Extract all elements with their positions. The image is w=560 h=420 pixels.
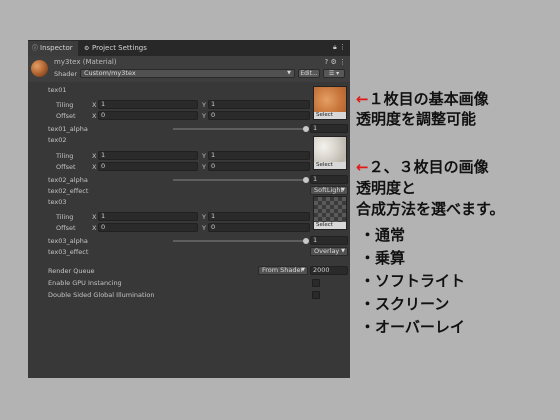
axis-y-label: Y (202, 224, 206, 232)
tex01-tiling-label: Tiling (56, 101, 74, 109)
annotation-tex01-title: ←１枚目の基本画像 (356, 90, 489, 108)
axis-x-label: X (92, 152, 97, 160)
annotation-mode-softlight: ・ソフトライト (360, 272, 466, 290)
material-name: my3tex (Material) (54, 58, 117, 66)
tex03-select-button[interactable]: Select (314, 222, 346, 229)
tex03-offset-y-field[interactable]: 0 (208, 223, 310, 232)
tex02-alpha-slider[interactable] (173, 179, 306, 181)
gpu-instancing-checkbox[interactable] (312, 279, 320, 287)
tex03-offset-label: Offset (56, 224, 76, 232)
axis-y-label: Y (202, 101, 206, 109)
tab-inspector[interactable]: ⓘ Inspector (28, 41, 78, 56)
double-sided-gi-checkbox[interactable] (312, 291, 320, 299)
shader-dropdown[interactable]: Custom/my3tex ▼ (80, 69, 295, 78)
axis-y-label: Y (202, 213, 206, 221)
tex02-offset-label: Offset (56, 163, 76, 171)
chevron-down-icon: ▼ (341, 187, 345, 193)
tex01-offset-x-field[interactable]: 0 (98, 111, 198, 120)
tex02-effect-dropdown[interactable]: SoftLight ▼ (310, 186, 348, 195)
tex03-alpha-slider-handle[interactable] (303, 238, 309, 244)
axis-y-label: Y (202, 112, 206, 120)
tex02-effect-label: tex02_effect (48, 187, 89, 195)
tex02-offset-y-field[interactable]: 0 (208, 162, 310, 171)
lock-icon[interactable]: 🔒︎ (333, 43, 337, 51)
tex01-tiling-x-field[interactable]: 1 (98, 100, 198, 109)
menu-icon[interactable]: ⋮ (339, 43, 346, 51)
annotation-tex01-desc: 透明度を調整可能 (356, 110, 477, 128)
tab-project-settings[interactable]: ⚙ Project Settings (80, 41, 152, 56)
tex03-alpha-field[interactable]: 1 (310, 236, 348, 245)
tex03-offset-x-field[interactable]: 0 (98, 223, 198, 232)
axis-x-label: X (92, 224, 97, 232)
tex02-offset-x-field[interactable]: 0 (98, 162, 198, 171)
tex01-offset-y-field[interactable]: 0 (208, 111, 310, 120)
tex02-alpha-field[interactable]: 1 (310, 175, 348, 184)
shader-label: Shader (54, 70, 78, 78)
tex01-alpha-field[interactable]: 1 (310, 124, 348, 133)
annotation-mode-overlay: ・オーバーレイ (360, 318, 465, 336)
tex03-alpha-slider[interactable] (173, 240, 306, 242)
axis-x-label: X (92, 213, 97, 221)
tex03-tiling-label: Tiling (56, 213, 74, 221)
info-icon: ⓘ (32, 45, 39, 52)
inspector-panel: ⓘ Inspector ⚙ Project Settings 🔒︎ ⋮ my3tex… (28, 40, 350, 378)
render-queue-value-field[interactable]: 2000 (310, 266, 348, 275)
chevron-down-icon: ▼ (341, 248, 345, 254)
help-icon[interactable]: ? (325, 58, 329, 66)
tex01-alpha-label: tex01_alpha (48, 125, 88, 133)
tex03-tiling-y-field[interactable]: 1 (208, 212, 310, 221)
tex02-tiling-label: Tiling (56, 152, 74, 160)
list-icon[interactable]: ☰ ▾ (323, 69, 345, 78)
tex03-effect-dropdown[interactable]: Overlay ▼ (310, 247, 348, 256)
tex03-header: tex03 (48, 198, 67, 206)
header-icons: ? ⚙ ⋮ (325, 58, 346, 66)
gear-icon: ⚙ (84, 45, 90, 52)
material-preview-icon (31, 60, 48, 77)
tex03-alpha-label: tex03_alpha (48, 237, 88, 245)
annotation-tex23-line2: 透明度と (356, 179, 417, 197)
left-arrow-icon: ← (356, 158, 369, 176)
tex01-alpha-slider-handle[interactable] (303, 126, 309, 132)
tex01-offset-label: Offset (56, 112, 76, 120)
annotation-mode-normal: ・通常 (360, 226, 406, 244)
tex03-effect-label: tex03_effect (48, 248, 89, 256)
left-arrow-icon: ← (356, 90, 369, 108)
chevron-down-icon: ▼ (301, 267, 305, 273)
axis-y-label: Y (202, 152, 206, 160)
tex01-select-button[interactable]: Select (314, 112, 346, 119)
tex02-texture-slot[interactable]: Select (313, 136, 347, 170)
axis-x-label: X (92, 112, 97, 120)
edit-shader-button[interactable]: Edit... (298, 69, 320, 78)
annotation-mode-screen: ・スクリーン (360, 295, 450, 313)
annotation-mode-multiply: ・乗算 (360, 249, 406, 267)
kebab-icon[interactable]: ⋮ (339, 58, 346, 66)
tab-menu-icons: 🔒︎ ⋮ (333, 43, 346, 52)
tex02-select-button[interactable]: Select (314, 162, 346, 169)
tab-bar: ⓘ Inspector ⚙ Project Settings 🔒︎ ⋮ (28, 40, 350, 56)
tex02-header: tex02 (48, 136, 67, 144)
tex02-alpha-slider-handle[interactable] (303, 177, 309, 183)
tex01-tiling-y-field[interactable]: 1 (208, 100, 310, 109)
tex02-tiling-x-field[interactable]: 1 (98, 151, 198, 160)
tex01-header: tex01 (48, 86, 67, 94)
axis-y-label: Y (202, 163, 206, 171)
gpu-instancing-label: Enable GPU Instancing (48, 279, 122, 287)
axis-x-label: X (92, 101, 97, 109)
annotation-tex23-line3: 合成方法を選べます。 (356, 200, 505, 218)
tex03-texture-slot[interactable]: Select (313, 196, 347, 230)
axis-x-label: X (92, 163, 97, 171)
double-sided-gi-label: Double Sided Global Illumination (48, 291, 155, 299)
tex02-alpha-label: tex02_alpha (48, 176, 88, 184)
render-queue-label: Render Queue (48, 267, 95, 275)
tex01-texture-slot[interactable]: Select (313, 86, 347, 120)
tex03-tiling-x-field[interactable]: 1 (98, 212, 198, 221)
tex02-tiling-y-field[interactable]: 1 (208, 151, 310, 160)
tex01-alpha-slider[interactable] (173, 128, 306, 130)
render-queue-mode-dropdown[interactable]: From Shader ▼ (258, 266, 308, 275)
settings-icon[interactable]: ⚙ (330, 58, 336, 66)
annotation-tex23-title: ←２、３枚目の画像 (356, 158, 489, 176)
chevron-down-icon: ▼ (287, 70, 291, 76)
